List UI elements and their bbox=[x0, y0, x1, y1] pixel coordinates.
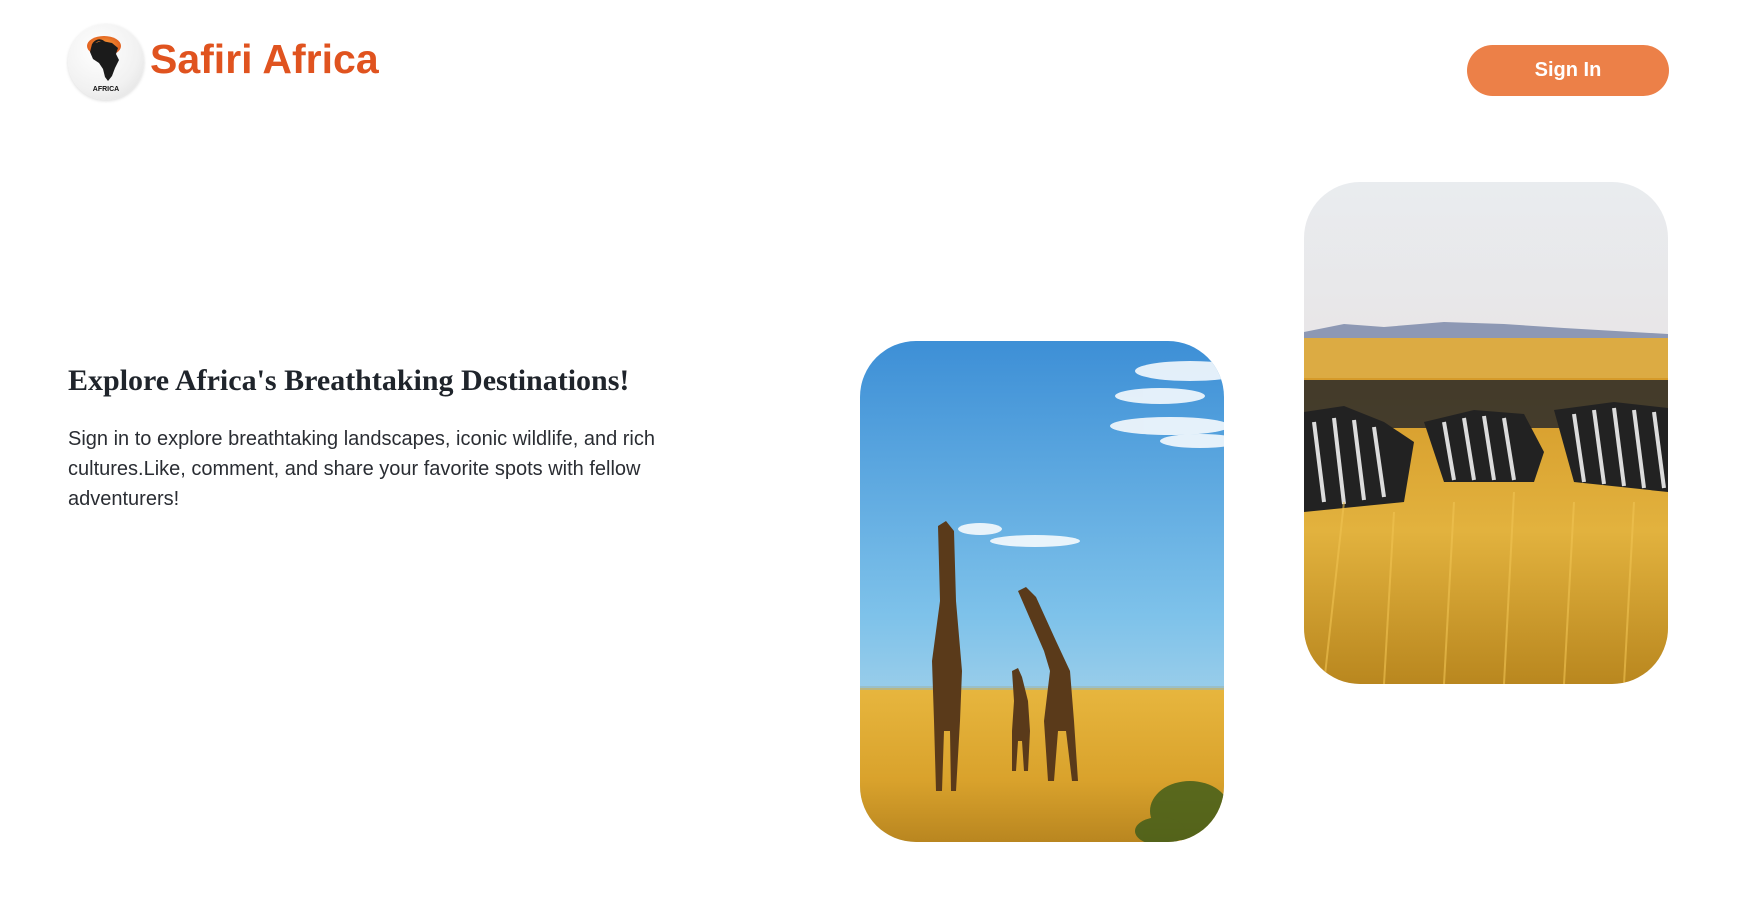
giraffe-family-image bbox=[860, 341, 1224, 842]
sign-in-button[interactable]: Sign In bbox=[1467, 45, 1669, 96]
site-header: AFRICA Safiri Africa Sign In bbox=[0, 0, 1738, 120]
brand-name[interactable]: Safiri Africa bbox=[150, 36, 379, 83]
zebra-herd-image bbox=[1304, 182, 1668, 684]
logo-text: AFRICA bbox=[93, 86, 119, 93]
hero-title: Explore Africa's Breathtaking Destinatio… bbox=[68, 364, 630, 397]
logo-africa-icon[interactable]: AFRICA bbox=[68, 24, 144, 100]
hero-description: Sign in to explore breathtaking landscap… bbox=[68, 428, 656, 510]
